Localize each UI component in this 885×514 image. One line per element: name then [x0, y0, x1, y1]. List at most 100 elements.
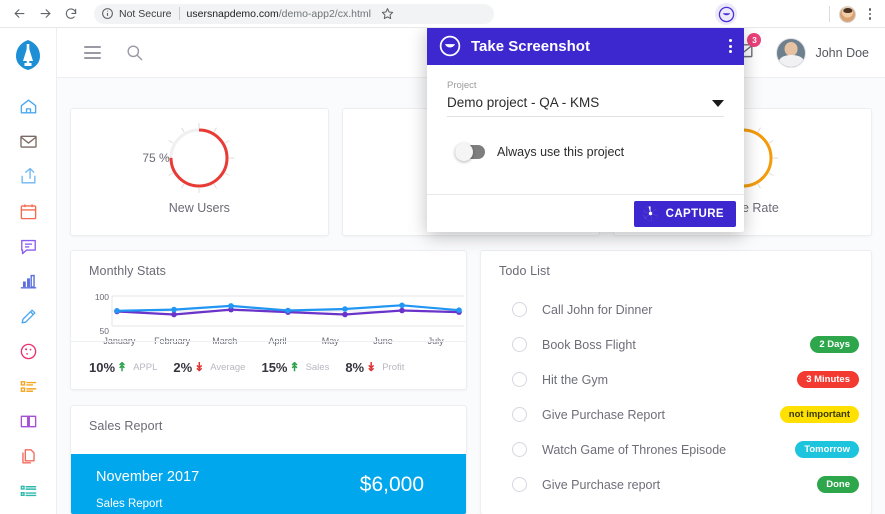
book-icon	[19, 412, 38, 431]
sidebar-item-calendar[interactable]	[0, 194, 57, 229]
kpi-name: Sales	[306, 362, 330, 373]
todo-checkbox[interactable]	[512, 372, 527, 387]
list-item[interactable]: Watch Game of Thrones Episode Tomorrow	[481, 432, 871, 467]
chart-data-point	[171, 307, 177, 313]
kpi-name: Average	[210, 362, 245, 373]
kpi-sales: 15% ↟ Sales	[261, 360, 341, 375]
monthly-stats-card: Monthly Stats 100 50	[70, 250, 467, 390]
comment-icon	[19, 237, 38, 256]
kpi-profit: 8% ↡ Profit	[345, 360, 416, 375]
todo-list-card: Todo List Call John for Dinner Book Boss…	[480, 250, 872, 514]
sidebar-item-tasks[interactable]	[0, 474, 57, 509]
stat-card-new-users: 75 % New Users	[70, 108, 329, 236]
chart-data-point	[171, 312, 177, 318]
back-button[interactable]	[6, 1, 32, 27]
always-use-project-label: Always use this project	[497, 145, 624, 159]
sales-report-title: Sales Report	[71, 406, 466, 433]
envelope-icon	[19, 132, 38, 151]
user-menu[interactable]: John Doe	[776, 38, 869, 68]
todo-label: Give Purchase Report	[542, 408, 665, 422]
forward-button[interactable]	[32, 1, 58, 27]
files-icon	[19, 447, 38, 466]
monthly-stats-title: Monthly Stats	[71, 251, 466, 278]
dialog-header: Take Screenshot	[427, 27, 744, 65]
todo-checkbox[interactable]	[512, 477, 527, 492]
todo-list-title: Todo List	[481, 251, 871, 278]
reload-icon	[64, 7, 78, 21]
tasks-icon	[19, 482, 38, 501]
sidebar-item-files[interactable]	[0, 439, 57, 474]
kpi-value: 8%	[345, 360, 364, 375]
list-item[interactable]: Hit the Gym 3 Minutes	[481, 362, 871, 397]
dialog-body: Project Demo project - QA - KMS Always u…	[427, 65, 744, 194]
sidebar-item-edit[interactable]	[0, 299, 57, 334]
list-item[interactable]: Book Boss Flight 2 Days	[481, 327, 871, 362]
todo-checkbox[interactable]	[512, 302, 527, 317]
sidebar-item-comments[interactable]	[0, 229, 57, 264]
capture-button[interactable]: CAPTURE	[634, 201, 736, 227]
always-use-project-toggle[interactable]	[455, 145, 485, 159]
list-item[interactable]: Give Purchase Report not important	[481, 397, 871, 432]
share-icon	[19, 167, 38, 186]
line-chart-svg	[71, 292, 468, 340]
list-item[interactable]: Call John for Dinner	[481, 292, 871, 327]
card-divider	[71, 341, 466, 342]
sidebar-item-home[interactable]	[0, 89, 57, 124]
app-logo[interactable]	[10, 37, 46, 73]
info-icon	[101, 7, 114, 20]
chrome-menu-icon[interactable]	[859, 3, 881, 25]
chart-data-point	[456, 307, 462, 313]
toolbar-divider	[829, 6, 830, 22]
status-badge: not important	[780, 406, 859, 423]
arrow-down-icon: ↡	[194, 360, 204, 374]
list-item[interactable]: Give Purchase report Done	[481, 467, 871, 502]
sidebar-item-analytics[interactable]	[0, 264, 57, 299]
sidebar-item-mail[interactable]	[0, 124, 57, 159]
profile-avatar-icon[interactable]	[839, 6, 856, 23]
chart-data-point	[399, 303, 405, 309]
kebab-menu-icon[interactable]	[729, 39, 732, 53]
star-icon[interactable]	[381, 7, 394, 20]
sales-banner-month: November 2017	[96, 469, 199, 485]
todo-checkbox[interactable]	[512, 407, 527, 422]
sales-banner-amount: $6,000	[360, 473, 424, 497]
kpi-value: 2%	[173, 360, 192, 375]
chart-data-point	[399, 308, 405, 314]
arrow-up-icon: ↟	[117, 360, 127, 374]
kpi-value: 10%	[89, 360, 115, 375]
url-host: usersnapdemo.com	[187, 8, 279, 20]
todo-checkbox[interactable]	[512, 337, 527, 352]
sidebar	[0, 28, 57, 514]
sales-report-banner[interactable]: November 2017 Sales Report $6,000	[71, 454, 466, 514]
address-bar[interactable]: Not Secure usersnapdemo.com/demo-app2/cx…	[94, 4, 494, 24]
mail-badge: 3	[747, 33, 761, 47]
sidebar-item-docs[interactable]	[0, 404, 57, 439]
sidebar-item-share[interactable]	[0, 159, 57, 194]
project-select[interactable]: Demo project - QA - KMS	[447, 95, 724, 117]
todo-checkbox[interactable]	[512, 442, 527, 457]
status-badge: 2 Days	[810, 336, 859, 353]
kpi-average: 2% ↡ Average	[173, 360, 257, 375]
dialog-title: Take Screenshot	[471, 38, 590, 55]
dialog-footer: CAPTURE	[427, 194, 744, 232]
chart-data-point	[114, 308, 120, 314]
kpi-value: 15%	[261, 360, 287, 375]
sidebar-item-lists[interactable]	[0, 369, 57, 404]
calendar-icon	[19, 202, 38, 221]
usersnap-extension-button[interactable]	[715, 3, 737, 25]
hamburger-icon[interactable]	[84, 46, 101, 59]
security-label: Not Secure	[119, 8, 172, 20]
always-use-project-row[interactable]: Always use this project	[447, 145, 724, 159]
palette-icon	[19, 342, 38, 361]
arrow-right-icon	[38, 6, 53, 21]
sidebar-item-theme[interactable]	[0, 334, 57, 369]
url-text: usersnapdemo.com/demo-app2/cx.html	[187, 8, 371, 20]
search-button[interactable]	[125, 43, 144, 62]
chrome-right-controls	[829, 0, 881, 28]
todo-label: Call John for Dinner	[542, 303, 652, 317]
reload-button[interactable]	[58, 1, 84, 27]
kpi-appl: 10% ↟ APPL	[89, 360, 169, 375]
todo-label: Hit the Gym	[542, 373, 608, 387]
toggle-knob	[455, 143, 473, 161]
chevron-down-icon	[712, 100, 724, 107]
